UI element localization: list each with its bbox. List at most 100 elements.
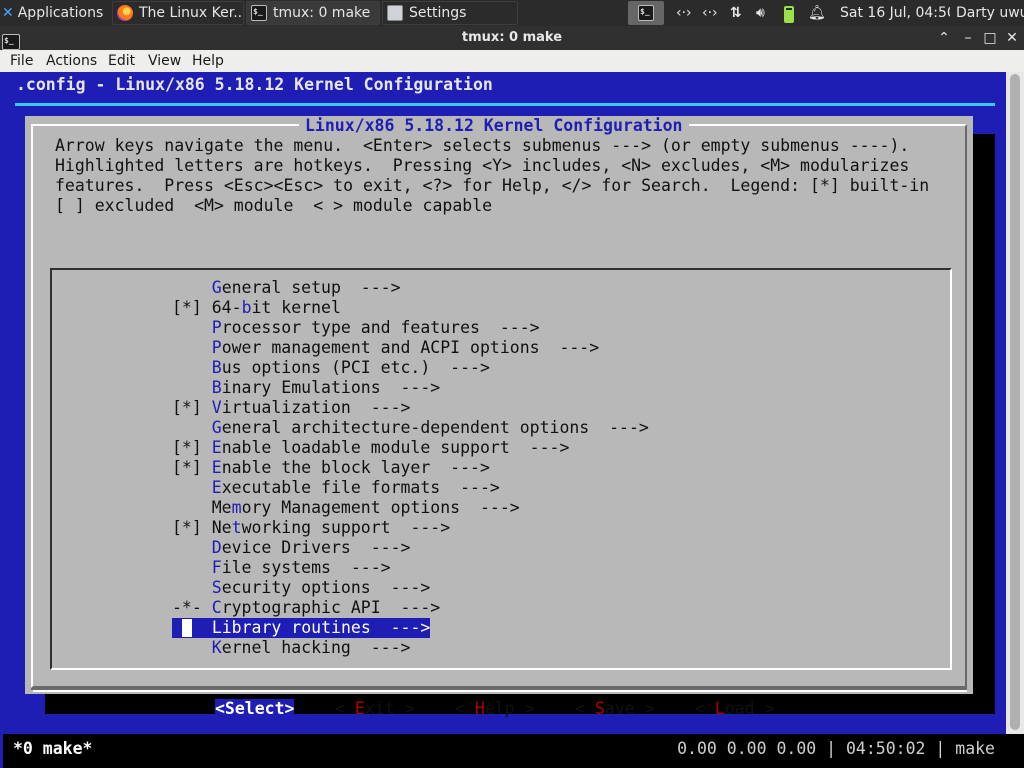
menu-row[interactable]: Library routines ---> <box>172 618 431 638</box>
menu-row[interactable]: -*- Cryptographic API ---> <box>172 598 440 618</box>
terminal-scrollbar[interactable] <box>1006 72 1024 734</box>
help-text-line: [ ] excluded <M> module < > module capab… <box>55 196 493 215</box>
menu-row-text: irtualization ---> <box>221 398 411 417</box>
button-label: <Select> <box>215 699 295 718</box>
menu-row[interactable]: [*] 64-bit kernel <box>172 298 341 318</box>
menu-row-prefix: [*] <box>172 398 212 417</box>
menu-row-hotkey: t <box>231 518 242 537</box>
menu-row[interactable]: Bus options (PCI etc.) ---> <box>172 358 490 378</box>
battery-icon[interactable] <box>784 0 800 26</box>
menu-row-text: it kernel <box>251 298 341 317</box>
top-panel: ✕ Applications ⋮ The Linux Ker... $_ tmu… <box>0 0 1024 26</box>
network-icon[interactable]: ‹·› <box>676 0 698 26</box>
menu-row-prefix <box>172 378 212 397</box>
button-label: ave <box>604 699 635 718</box>
close-button[interactable]: ✕ <box>1002 28 1022 48</box>
task-firefox[interactable]: The Linux Ker... <box>112 1 244 25</box>
menu-row-text: us options (PCI etc.) ---> <box>221 358 490 377</box>
menu-row-text: Library routines ---> <box>211 618 431 637</box>
menu-handle-icon: ⋮ <box>105 6 110 20</box>
menu-row-prefix <box>172 318 212 337</box>
menu-row-text: nable the block layer ---> <box>221 458 490 477</box>
menu-row-prefix: [*] <box>172 438 212 457</box>
transfer-arrows-icon[interactable]: ⇅ <box>730 0 750 26</box>
menu-row-hotkey: V <box>211 398 222 417</box>
task-settings[interactable]: Settings <box>382 1 518 25</box>
menu-row[interactable]: File systems ---> <box>172 558 391 578</box>
menu-row[interactable]: General architecture-dependent options -… <box>172 418 649 438</box>
menu-help[interactable]: Help <box>192 53 224 69</box>
network-icon[interactable]: ‹·› <box>702 0 724 26</box>
user-menu[interactable]: Darty uwu <box>956 0 1024 26</box>
task-terminal[interactable]: $_ tmux: 0 make <box>246 1 380 25</box>
menu-row[interactable]: Processor type and features ---> <box>172 318 540 338</box>
menu-row-text: ryptographic API ---> <box>221 598 441 617</box>
menu-edit[interactable]: Edit <box>108 53 135 69</box>
applications-label: Applications <box>17 5 104 21</box>
clock[interactable]: Sat 16 Jul, 04:50 <box>840 0 950 26</box>
menu-row-hotkey: B <box>211 378 222 397</box>
menu-row-prefix: -*- <box>172 598 212 617</box>
menu-row[interactable]: Security options ---> <box>172 578 431 598</box>
volume-icon[interactable]: 🔊︎ <box>756 0 776 26</box>
chevron-up-icon: ⌃ <box>938 30 950 46</box>
terminal-launcher[interactable]: $_ <box>628 1 664 25</box>
task-label: Settings <box>409 5 467 21</box>
menu-row-prefix <box>172 478 212 497</box>
menu-row[interactable]: Memory Management options ---> <box>172 498 520 518</box>
config-header: .config - Linux/x86 5.18.12 Kernel Confi… <box>16 75 493 94</box>
menu-row-text: evice Drivers ---> <box>221 538 411 557</box>
menu-row-hotkey: b <box>241 298 252 317</box>
menu-row-hotkey: F <box>211 558 222 577</box>
menu-row-hotkey: S <box>211 578 222 597</box>
button-load[interactable]: < Load > <box>695 699 775 719</box>
help-text-line: features. Press <Esc><Esc> to exit, <?> … <box>55 176 930 195</box>
menu-row[interactable]: Power management and ACPI options ---> <box>172 338 599 358</box>
menu-row[interactable]: Device Drivers ---> <box>172 538 411 558</box>
minimize-button[interactable]: – <box>958 28 978 48</box>
menu-row[interactable]: Executable file formats ---> <box>172 478 500 498</box>
menu-row-prefix <box>172 338 212 357</box>
menu-row[interactable]: General setup ---> <box>172 278 401 298</box>
menu-row-prefix <box>172 538 212 557</box>
button-bracket: < <box>455 699 475 718</box>
menu-row-text: eneral setup ---> <box>221 278 401 297</box>
firefox-icon <box>117 5 133 21</box>
button-select[interactable]: <Select> <box>215 699 295 719</box>
tmux-window-list[interactable]: *0 make* <box>13 739 92 759</box>
menu-file[interactable]: File <box>10 53 33 69</box>
button-help[interactable]: < Help > <box>455 699 535 719</box>
button-exit[interactable]: < Exit > <box>335 699 415 719</box>
menu-actions[interactable]: Actions <box>46 53 97 69</box>
menu-row-text: Me <box>211 498 232 517</box>
scrollbar-thumb[interactable] <box>1010 74 1020 730</box>
xfce-logo-icon: ✕ <box>2 5 14 21</box>
close-icon: ✕ <box>1006 30 1018 46</box>
button-bracket: > <box>514 699 535 718</box>
menu-row-text: ile systems ---> <box>221 558 391 577</box>
menu-view[interactable]: View <box>148 53 181 69</box>
shade-button[interactable]: ⌃ <box>934 28 954 48</box>
button-bracket: < <box>575 699 595 718</box>
menu-row-prefix <box>172 638 212 657</box>
header-rule <box>15 103 995 106</box>
help-text-line: Highlighted letters are hotkeys. Pressin… <box>55 156 910 175</box>
menu-row[interactable]: [*] Enable loadable module support ---> <box>172 438 569 458</box>
button-save[interactable]: < Save > <box>575 699 655 719</box>
button-hotkey: E <box>354 699 365 718</box>
tmux-status-bar: *0 make* 0.00 0.00 0.00 | 04:50:02 | mak… <box>3 734 1024 768</box>
applications-menu[interactable]: ✕ Applications ⋮ <box>2 0 110 26</box>
menu-row[interactable]: [*] Virtualization ---> <box>172 398 410 418</box>
terminal-area[interactable]: .config - Linux/x86 5.18.12 Kernel Confi… <box>0 72 1024 768</box>
notifications-bell-icon[interactable]: 🔔︎ <box>808 0 826 26</box>
menu-row[interactable]: Kernel hacking ---> <box>172 638 411 658</box>
menu-row-text: eneral architecture-dependent options --… <box>221 418 649 437</box>
window-titlebar[interactable]: $_ tmux: 0 make ⌃ – □ ✕ <box>0 26 1024 50</box>
menu-row-text: 64- <box>211 298 242 317</box>
menu-row[interactable]: Binary Emulations ---> <box>172 378 440 398</box>
menu-row-hotkey: G <box>211 278 222 297</box>
maximize-button[interactable]: □ <box>980 28 1000 48</box>
menu-row[interactable]: [*] Enable the block layer ---> <box>172 458 490 478</box>
menu-row[interactable]: [*] Networking support ---> <box>172 518 450 538</box>
menu-list: General setup ---> [*] 64-bit kernel Proc… <box>50 268 952 670</box>
